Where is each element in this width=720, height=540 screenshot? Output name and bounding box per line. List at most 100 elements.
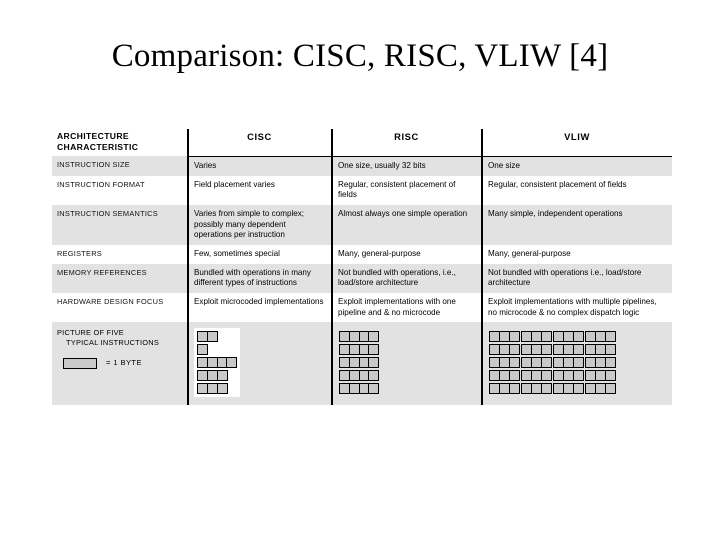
- cell-instruction-format-risc: Regular, consistent placement of fields: [331, 175, 482, 205]
- cell-instruction-size-vliw: One size: [481, 156, 672, 176]
- row-label-picture-of-instructions: PICTURE OF FIVE TYPICAL INSTRUCTIONS = 1…: [52, 322, 188, 406]
- cell-hardware-design-focus-cisc: Exploit microcoded implementations: [187, 292, 332, 323]
- instruction-byte-block: [508, 383, 520, 395]
- comparison-table-container: ARCHITECTURE CHARACTERISTIC CISC RISC VL…: [52, 129, 672, 406]
- row-label-hardware-design-focus: HARDWARE DESIGN FOCUS: [52, 292, 188, 323]
- instruction-bytes-row: [197, 331, 236, 343]
- instruction-byte-block: [604, 370, 616, 382]
- table-row: INSTRUCTION FORMAT Field placement varie…: [52, 175, 672, 205]
- instruction-byte-block: [216, 370, 228, 382]
- instruction-byte-block: [540, 344, 552, 356]
- instruction-byte-block: [368, 331, 380, 343]
- instruction-byte-block: [368, 344, 380, 356]
- table-row: INSTRUCTION SEMANTICS Varies from simple…: [52, 204, 672, 245]
- instruction-byte-block: [216, 383, 228, 395]
- instruction-byte-block: [508, 331, 520, 343]
- row-label-registers: REGISTERS: [52, 244, 188, 264]
- cell-registers-risc: Many, general-purpose: [331, 244, 482, 264]
- instruction-bytes-row: [489, 383, 616, 395]
- instruction-bytes-row: [339, 357, 380, 369]
- cell-registers-vliw: Many, general-purpose: [481, 244, 672, 264]
- instruction-bytes-row: [489, 357, 616, 369]
- instruction-byte-block: [368, 370, 380, 382]
- column-header-cisc: CISC: [187, 129, 332, 157]
- instruction-bytes-row: [197, 357, 238, 369]
- row-label-instruction-format: INSTRUCTION FORMAT: [52, 175, 188, 205]
- cell-picture-cisc: [187, 322, 332, 406]
- vliw-instruction-diagram: [488, 328, 618, 397]
- instruction-byte-block: [572, 383, 584, 395]
- row-label-instruction-semantics: INSTRUCTION SEMANTICS: [52, 204, 188, 245]
- cell-hardware-design-focus-risc: Exploit implementations with one pipelin…: [331, 292, 482, 323]
- instruction-byte-block: [540, 331, 552, 343]
- cell-instruction-semantics-cisc: Varies from simple to complex; possibly …: [187, 204, 332, 245]
- cell-picture-vliw: [481, 322, 672, 406]
- risc-instruction-stack: [339, 331, 380, 395]
- instruction-byte-block: [540, 383, 552, 395]
- instruction-byte-block: [206, 331, 218, 343]
- table-row: INSTRUCTION SIZE Varies One size, usuall…: [52, 156, 672, 176]
- cell-instruction-format-cisc: Field placement varies: [187, 175, 332, 205]
- instruction-byte-block: [572, 370, 584, 382]
- table-header: ARCHITECTURE CHARACTERISTIC CISC RISC VL…: [52, 129, 672, 157]
- column-header-vliw: VLIW: [481, 129, 672, 157]
- instruction-byte-block: [508, 344, 520, 356]
- instruction-bytes-row: [339, 331, 380, 343]
- instruction-bytes-row: [489, 331, 616, 343]
- instruction-byte-block: [572, 344, 584, 356]
- header-row: ARCHITECTURE CHARACTERISTIC CISC RISC VL…: [52, 129, 672, 157]
- instruction-bytes-row: [339, 383, 380, 395]
- instruction-byte-block: [604, 383, 616, 395]
- table-row: REGISTERS Few, sometimes special Many, g…: [52, 244, 672, 264]
- cell-memory-references-risc: Not bundled with operations, i.e., load/…: [331, 263, 482, 293]
- byte-swatch-icon: [63, 357, 97, 369]
- vliw-instruction-stack: [489, 331, 616, 395]
- instruction-bytes-row: [489, 370, 616, 382]
- cell-picture-risc: [331, 322, 482, 406]
- cisc-instruction-diagram: [194, 328, 241, 398]
- cell-instruction-size-risc: One size, usually 32 bits: [331, 156, 482, 176]
- instruction-bytes-row: [339, 344, 380, 356]
- instruction-byte-block: [572, 331, 584, 343]
- instruction-byte-block: [368, 357, 380, 369]
- instruction-byte-block: [604, 331, 616, 343]
- cisc-instruction-stack: [197, 331, 238, 395]
- instruction-byte-block: [368, 383, 380, 395]
- byte-legend-label: = 1 BYTE: [106, 358, 142, 368]
- instruction-bytes-row: [197, 370, 236, 382]
- page-title: Comparison: CISC, RISC, VLIW [4]: [111, 38, 609, 74]
- instruction-bytes-row: [197, 383, 236, 395]
- instruction-bytes-row: [197, 344, 236, 356]
- risc-instruction-diagram: [338, 328, 382, 397]
- cell-registers-cisc: Few, sometimes special: [187, 244, 332, 264]
- table-row: MEMORY REFERENCES Bundled with operation…: [52, 263, 672, 293]
- column-header-characteristic: ARCHITECTURE CHARACTERISTIC: [52, 129, 188, 157]
- instruction-bytes-row: [489, 344, 616, 356]
- instruction-byte-block: [604, 344, 616, 356]
- column-header-characteristic-line2: CHARACTERISTIC: [57, 142, 139, 153]
- table-body: INSTRUCTION SIZE Varies One size, usuall…: [52, 156, 672, 406]
- instruction-byte-block: [508, 370, 520, 382]
- picture-label-line1: PICTURE OF FIVE: [57, 328, 124, 338]
- cell-memory-references-cisc: Bundled with operations in many differen…: [187, 263, 332, 293]
- row-label-memory-references: MEMORY REFERENCES: [52, 263, 188, 293]
- instruction-byte-block: [540, 357, 552, 369]
- row-label-instruction-size: INSTRUCTION SIZE: [52, 156, 188, 176]
- instruction-byte-block: [197, 344, 208, 356]
- table-row-picture: PICTURE OF FIVE TYPICAL INSTRUCTIONS = 1…: [52, 322, 672, 406]
- instruction-byte-block: [540, 370, 552, 382]
- table-row: HARDWARE DESIGN FOCUS Exploit microcoded…: [52, 292, 672, 323]
- byte-legend: = 1 BYTE: [57, 357, 181, 369]
- instruction-byte-block: [226, 357, 238, 369]
- comparison-table: ARCHITECTURE CHARACTERISTIC CISC RISC VL…: [52, 129, 672, 406]
- cell-instruction-size-cisc: Varies: [187, 156, 332, 176]
- instruction-bytes-row: [339, 370, 380, 382]
- cell-instruction-format-vliw: Regular, consistent placement of fields: [481, 175, 672, 205]
- cell-hardware-design-focus-vliw: Exploit implementations with multiple pi…: [481, 292, 672, 323]
- slide: Comparison: CISC, RISC, VLIW [4] ARCHITE…: [0, 0, 720, 540]
- column-header-risc: RISC: [331, 129, 482, 157]
- cell-instruction-semantics-risc: Almost always one simple operation: [331, 204, 482, 245]
- cell-memory-references-vliw: Not bundled with operations i.e., load/s…: [481, 263, 672, 293]
- instruction-byte-block: [604, 357, 616, 369]
- instruction-byte-block: [572, 357, 584, 369]
